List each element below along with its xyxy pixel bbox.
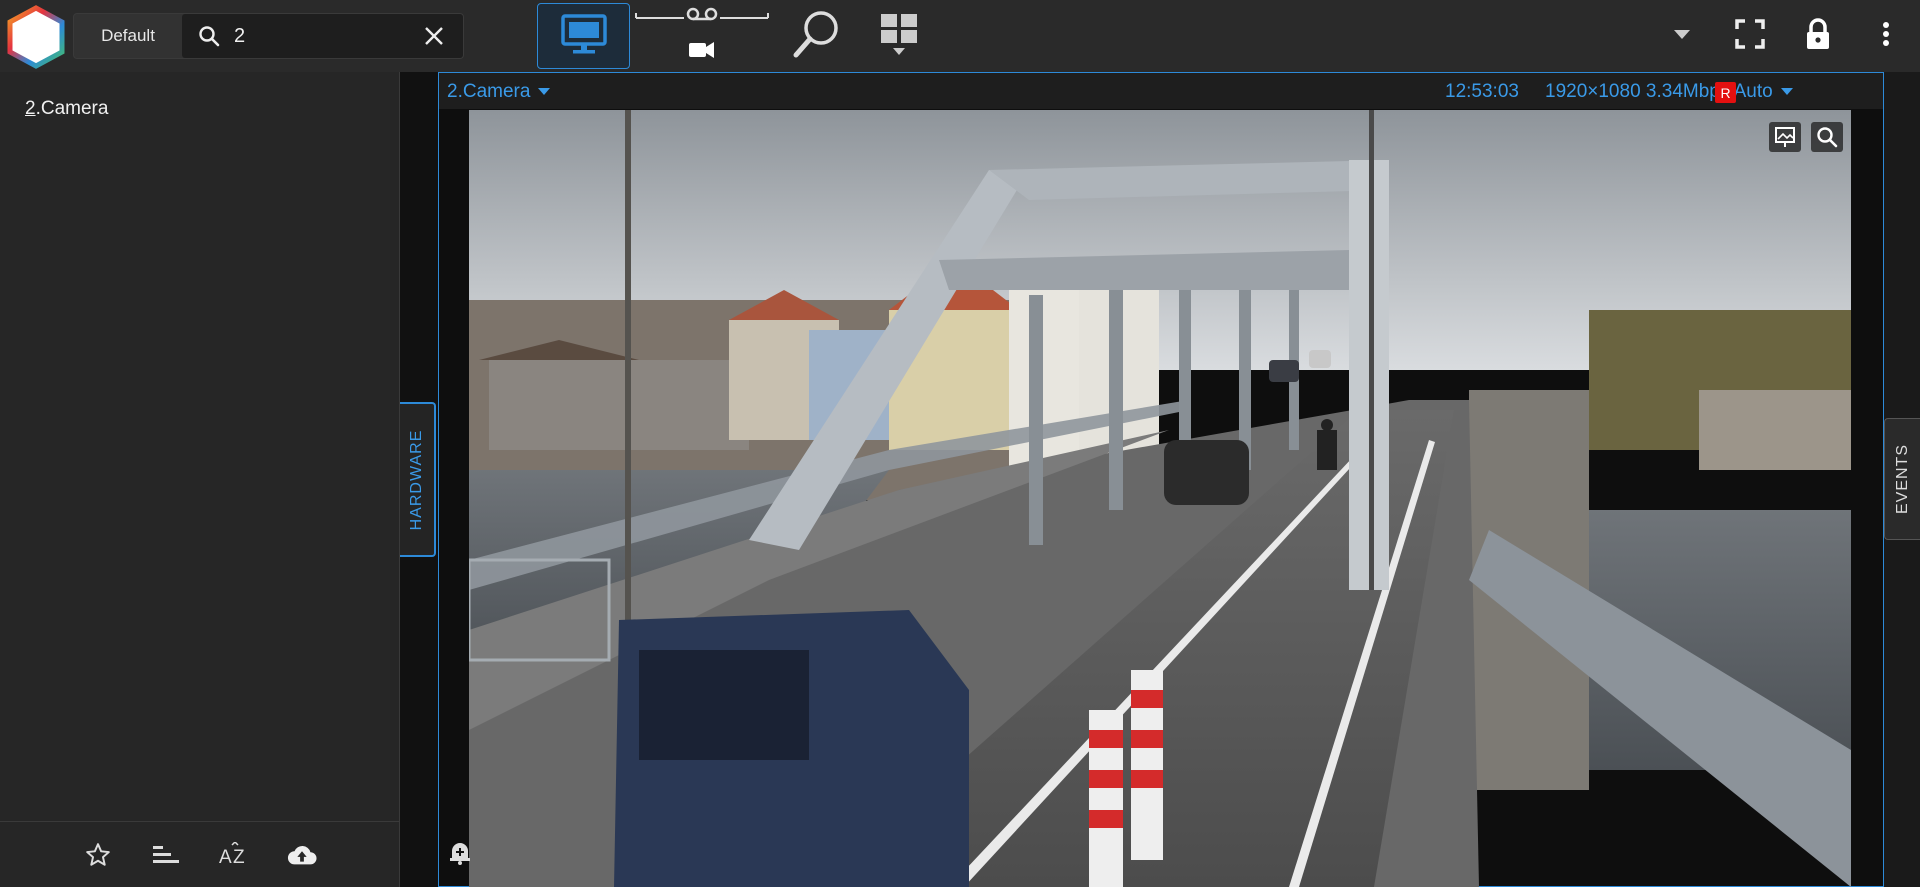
- add-alarm-button[interactable]: [447, 839, 475, 867]
- search-bar: Default: [73, 13, 464, 59]
- layout-button[interactable]: [871, 3, 927, 69]
- layout-grid-icon: [879, 10, 919, 63]
- svg-text:Z: Z: [233, 847, 245, 868]
- hardware-tab[interactable]: HARDWARE: [400, 402, 436, 557]
- search-magnifier-icon: [789, 6, 845, 67]
- camera-name: 2.Camera: [447, 81, 531, 102]
- search-field[interactable]: [182, 14, 463, 58]
- fullscreen-button[interactable]: [1726, 12, 1774, 60]
- top-toolbar: Default: [0, 0, 1920, 72]
- fullscreen-icon: [1735, 18, 1765, 54]
- video-feed[interactable]: [469, 110, 1851, 887]
- lock-button[interactable]: [1794, 12, 1842, 60]
- events-tab[interactable]: EVENTS: [1884, 418, 1920, 540]
- lock-icon: [1805, 17, 1831, 55]
- camera-list-item[interactable]: 2.Camera: [25, 98, 108, 120]
- sort-az-icon[interactable]: AZ: [219, 840, 249, 870]
- bell-plus-icon: [447, 843, 473, 869]
- clear-search-icon[interactable]: [423, 25, 445, 47]
- dropdown-caret-icon: [1674, 27, 1690, 45]
- app-logo-icon: [4, 4, 68, 70]
- star-icon[interactable]: [83, 840, 113, 870]
- camera-name-dropdown[interactable]: 2.Camera: [447, 81, 551, 103]
- profile-selector[interactable]: Default: [74, 14, 182, 58]
- live-view-button[interactable]: [537, 3, 630, 69]
- digital-zoom-button[interactable]: [1811, 122, 1843, 152]
- search-input[interactable]: [234, 22, 414, 50]
- live-monitor-icon: [559, 12, 609, 61]
- svg-text:A: A: [219, 847, 232, 868]
- hardware-tab-label: HARDWARE: [408, 429, 425, 530]
- search-mode-button[interactable]: [783, 3, 851, 69]
- resource-panel: 2.Camera AZ: [0, 72, 400, 887]
- snapshot-button[interactable]: [1769, 122, 1801, 152]
- camera-list-item-label: .Camera: [35, 98, 109, 119]
- search-match-text: 2: [25, 98, 36, 119]
- timestamp: 12:53:03: [1445, 81, 1519, 102]
- chevron-down-icon: [1780, 88, 1793, 96]
- camera-tile[interactable]: 2.Camera 12:53:03 1920×1080 3.34Mbps Aut…: [438, 72, 1884, 887]
- search-icon: [198, 25, 220, 47]
- more-menu-button[interactable]: [1862, 12, 1910, 60]
- sort-bars-icon[interactable]: [151, 840, 181, 870]
- playback-button[interactable]: [634, 3, 770, 69]
- snapshot-icon: [1774, 126, 1796, 148]
- events-tab-label: EVENTS: [1893, 443, 1911, 515]
- cloud-upload-icon[interactable]: [287, 840, 317, 870]
- panel-footer: AZ: [0, 821, 400, 887]
- recording-badge: R: [1715, 82, 1736, 103]
- zoom-search-icon: [1816, 126, 1838, 148]
- stream-quality-dropdown[interactable]: 1920×1080 3.34Mbps Auto: [1545, 81, 1793, 103]
- view-dropdown-button[interactable]: [1658, 12, 1706, 60]
- tile-header: 2.Camera 12:53:03 1920×1080 3.34Mbps Aut…: [439, 73, 1883, 109]
- chevron-down-icon: [538, 88, 551, 96]
- playback-tape-icon: [635, 7, 769, 58]
- more-vertical-icon: [1882, 21, 1890, 52]
- stream-info: 1920×1080 3.34Mbps Auto: [1545, 81, 1773, 102]
